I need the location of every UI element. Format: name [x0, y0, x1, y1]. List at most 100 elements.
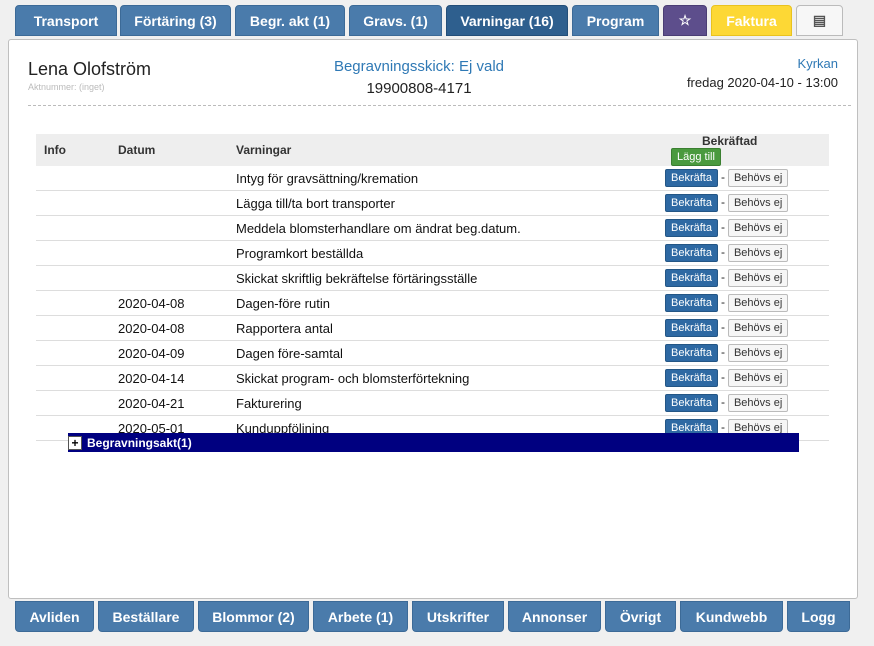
row-actions: Bekräfta - Behövs ej — [663, 365, 829, 391]
col-confirmed: Bekräftad Lägg till — [663, 134, 829, 166]
tab-annonser[interactable]: Annonser — [508, 601, 601, 632]
table-row: 2020-04-14 Skickat program- och blomsterf… — [36, 365, 829, 391]
row-date — [110, 215, 228, 241]
tab-utskrifter[interactable]: Utskrifter — [412, 601, 504, 632]
table-row: 2020-04-09 Dagen före-samtal Bekräfta - Behö… — [36, 340, 829, 366]
row-date: 2020-04-09 — [110, 340, 228, 366]
table-row: Intyg för gravsättning/kremation Bekräfta… — [36, 166, 829, 191]
not-needed-button[interactable]: Behövs ej — [727, 219, 789, 237]
confirm-button[interactable]: Bekräfta — [665, 319, 718, 337]
row-warning: Fakturering — [228, 390, 663, 416]
not-needed-button[interactable]: Behövs ej — [727, 294, 789, 312]
tab-faktura[interactable]: Faktura — [711, 5, 792, 36]
row-warning: Rapportera antal — [228, 315, 663, 341]
row-actions: Bekräfta - Behövs ej — [663, 190, 829, 216]
tab-logg[interactable]: Logg — [787, 601, 850, 632]
row-actions: Bekräfta - Behövs ej — [663, 265, 829, 291]
row-warning: Meddela blomsterhandlare om ändrat beg.d… — [228, 215, 663, 241]
tab-favorite[interactable]: ☆ — [663, 5, 707, 36]
confirm-button[interactable]: Bekräfta — [665, 244, 718, 262]
separator: - — [720, 170, 725, 184]
separator: - — [720, 245, 725, 259]
row-date — [110, 240, 228, 266]
ceremony-datetime: fredag 2020-04-10 - 13:00 — [686, 75, 838, 90]
location-link[interactable]: Kyrkan — [798, 56, 838, 71]
not-needed-button[interactable]: Behövs ej — [727, 394, 789, 412]
row-info — [36, 365, 110, 391]
row-date: 2020-04-21 — [110, 390, 228, 416]
row-warning: Dagen före-samtal — [228, 340, 663, 366]
separator: - — [720, 345, 725, 359]
tab-kundwebb[interactable]: Kundwebb — [680, 601, 783, 632]
separator: - — [720, 195, 725, 209]
confirm-button[interactable]: Bekräfta — [665, 194, 718, 212]
not-needed-button[interactable]: Behövs ej — [727, 194, 789, 212]
confirm-button[interactable]: Bekräfta — [665, 394, 718, 412]
tab-ovrigt[interactable]: Övrigt — [605, 601, 676, 632]
row-actions: Bekräfta - Behövs ej — [663, 340, 829, 366]
row-info — [36, 265, 110, 291]
row-actions: Bekräfta - Behövs ej — [663, 215, 829, 241]
warnings-table: Info Datum Varningar Bekräftad Lägg till… — [36, 134, 829, 441]
row-actions: Bekräfta - Behövs ej — [663, 290, 829, 316]
row-actions: Bekräfta - Behövs ej — [663, 390, 829, 416]
header-divider — [28, 105, 851, 106]
not-needed-button[interactable]: Behövs ej — [727, 319, 789, 337]
tab-varningar[interactable]: Varningar (16) — [446, 5, 568, 36]
confirm-button[interactable]: Bekräfta — [665, 219, 718, 237]
not-needed-button[interactable]: Behövs ej — [727, 169, 789, 187]
confirm-button[interactable]: Bekräfta — [665, 369, 718, 387]
tab-bestallare[interactable]: Beställare — [98, 601, 194, 632]
row-info — [36, 290, 110, 316]
table-row: Skickat skriftlig bekräftelse förtärings… — [36, 265, 829, 291]
not-needed-button[interactable]: Behövs ej — [727, 269, 789, 287]
row-info — [36, 240, 110, 266]
not-needed-button[interactable]: Behövs ej — [727, 344, 789, 362]
tab-begr-akt[interactable]: Begr. akt (1) — [235, 5, 345, 36]
col-date: Datum — [110, 134, 228, 166]
row-date: 2020-04-14 — [110, 365, 228, 391]
table-row: Meddela blomsterhandlare om ändrat beg.d… — [36, 215, 829, 241]
tab-notes[interactable]: ▤ — [796, 5, 843, 36]
expand-icon[interactable]: + — [68, 435, 82, 450]
burial-method-link[interactable]: Begravningsskick: Ej vald — [9, 58, 829, 75]
tab-transport[interactable]: Transport — [15, 5, 117, 36]
separator: - — [720, 220, 725, 234]
row-actions: Bekräfta - Behövs ej — [663, 240, 829, 266]
tab-arbete[interactable]: Arbete (1) — [313, 601, 408, 632]
col-info: Info — [36, 134, 110, 166]
row-warning: Programkort beställda — [228, 240, 663, 266]
not-needed-button[interactable]: Behövs ej — [727, 244, 789, 262]
row-warning: Skickat program- och blomsterförtekning — [228, 365, 663, 391]
row-info — [36, 166, 110, 191]
top-tab-bar: Transport Förtäring (3) Begr. akt (1) Gr… — [0, 0, 874, 40]
table-row: 2020-04-21 Fakturering Bekräfta - Behövs ej — [36, 390, 829, 416]
col-warning: Varningar — [228, 134, 663, 166]
not-needed-button[interactable]: Behövs ej — [727, 369, 789, 387]
row-info — [36, 390, 110, 416]
table-row: 2020-04-08 Dagen-före rutin Bekräfta - Behöv… — [36, 290, 829, 316]
row-date: 2020-04-08 — [110, 315, 228, 341]
tab-blommor[interactable]: Blommor (2) — [198, 601, 309, 632]
row-info — [36, 190, 110, 216]
burial-act-section[interactable]: + Begravningsakt(1) — [68, 433, 799, 452]
confirm-button[interactable]: Bekräfta — [665, 294, 718, 312]
table-row: 2020-04-08 Rapportera antal Bekräfta - Behöv… — [36, 315, 829, 341]
row-info — [36, 315, 110, 341]
row-info — [36, 340, 110, 366]
tab-fortaring[interactable]: Förtäring (3) — [120, 5, 231, 36]
tab-avliden[interactable]: Avliden — [15, 601, 94, 632]
separator: - — [720, 320, 725, 334]
confirm-button[interactable]: Bekräfta — [665, 169, 718, 187]
separator: - — [720, 295, 725, 309]
tab-gravs[interactable]: Gravs. (1) — [349, 5, 442, 36]
star-icon: ☆ — [678, 12, 692, 28]
confirm-button[interactable]: Bekräfta — [665, 269, 718, 287]
row-date — [110, 265, 228, 291]
tab-program[interactable]: Program — [572, 5, 659, 36]
add-warning-button[interactable]: Lägg till — [671, 148, 721, 166]
separator: - — [720, 395, 725, 409]
row-info — [36, 215, 110, 241]
separator: - — [720, 370, 725, 384]
confirm-button[interactable]: Bekräfta — [665, 344, 718, 362]
